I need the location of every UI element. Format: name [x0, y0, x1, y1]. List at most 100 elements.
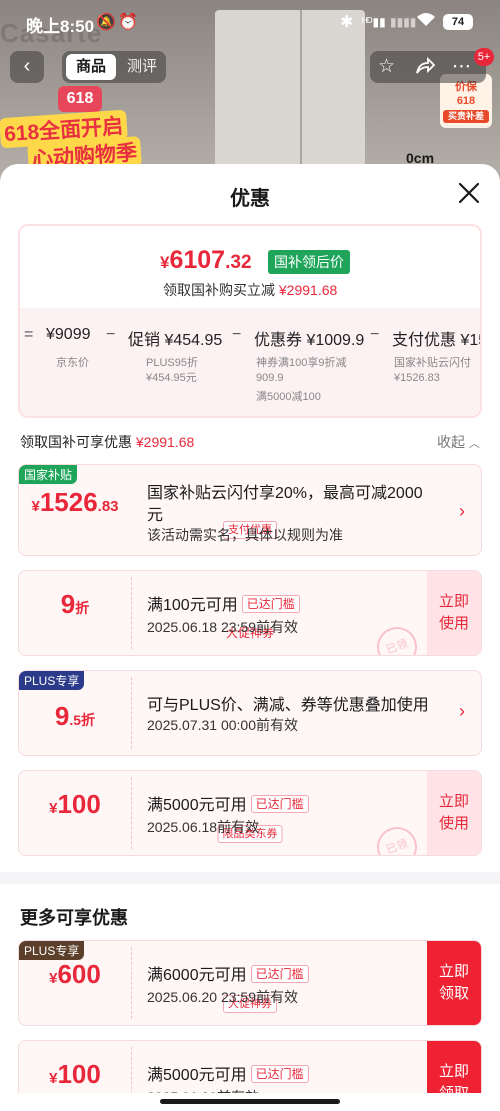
action-line-1: 立即: [438, 593, 469, 610]
coupon-amount: ¥100: [19, 789, 131, 820]
amount-int: 9: [54, 701, 70, 731]
section-label-amount: ¥2991.68: [135, 434, 195, 450]
price-dec: .32: [225, 252, 252, 273]
corner-tag: PLUS专享: [19, 671, 85, 690]
tab-goods[interactable]: 商品: [66, 54, 116, 80]
close-icon: [458, 182, 480, 204]
bluetooth-icon: ✱: [340, 14, 354, 31]
coupon-title-text: 满5000元可用: [147, 1067, 247, 1084]
breakdown-value-promo: 促销 ¥454.95: [128, 332, 223, 349]
section-separator: [0, 872, 500, 884]
action-line-1: 立即: [438, 963, 469, 980]
coupon-amount: ¥600: [19, 959, 131, 990]
amount-int: 100: [57, 789, 101, 819]
close-button[interactable]: [456, 180, 482, 206]
action-line-2: 领取: [438, 985, 469, 1002]
amount-int: 100: [57, 1059, 101, 1089]
price-int: 6107: [169, 246, 226, 274]
claimed-stamp: 已领: [371, 621, 423, 655]
alarm-icon: ⏰: [118, 14, 138, 31]
corner-tag: PLUS专享: [19, 941, 85, 960]
breakdown-label: ¥1526.83: [394, 372, 440, 384]
share-icon[interactable]: [414, 55, 436, 83]
price-tag: 国补领后价: [268, 250, 350, 274]
coupons-section-label: 领取国补可享优惠 ¥2991.68: [20, 432, 194, 452]
summary-subline: 领取国补购买立减 ¥2991.68: [163, 280, 337, 300]
signal-icon: ▮▮▮▮: [390, 15, 417, 29]
breakdown-op: −: [232, 326, 242, 343]
price-summary-card: ¥6107.32 国补领后价 领取国补购买立减 ¥2991.68 = ¥9099…: [18, 224, 482, 418]
coupon-divider: [131, 777, 132, 849]
breakdown-label: 京东价: [56, 357, 89, 369]
amount-unit: 折: [81, 712, 96, 728]
threshold-chip: 已达门槛: [241, 595, 300, 613]
coupon-title: 满100元可用 已达门槛: [147, 591, 300, 615]
collapse-label: 收起: [437, 434, 465, 450]
home-pill[interactable]: [160, 1099, 340, 1104]
notification-badge: 5+: [474, 48, 494, 66]
status-bar: 晚上8:50 🔕 ⏰ ✱ ᴴᴰ▮▮ ▮▮▮▮ 74: [0, 0, 500, 44]
mute-icon: 🔕: [96, 14, 116, 31]
collapse-toggle[interactable]: 收起 ︿: [437, 432, 480, 452]
coupon-divider: [131, 947, 132, 1019]
coupon-card-100: ¥100 限品类东券 满5000元可用 已达门槛 2025.06.18前有效 已领…: [18, 770, 482, 856]
subline-amount: ¥2991.68: [278, 282, 338, 298]
chevron-left-icon: ‹: [23, 55, 31, 77]
breakdown-label: 满5000减100: [256, 391, 321, 403]
coupon-card-subsidy[interactable]: 国家补贴 ¥1526.83 支付优惠 国家补贴云闪付享20%，最高可减2000 …: [18, 464, 482, 556]
subline-text: 领取国补购买立减: [163, 282, 275, 298]
coupon-amount: 9折: [19, 589, 131, 620]
use-now-button[interactable]: 立即 使用: [427, 771, 481, 855]
breakdown-label: PLUS95折: [146, 357, 198, 369]
claim-now-button[interactable]: 立即领取: [427, 941, 481, 1025]
breakdown-op: −: [370, 326, 380, 343]
hd-signal-icon: ᴴᴰ▮▮: [362, 15, 386, 29]
breakdown-value-jd-price: ¥9099: [46, 326, 91, 343]
claimed-stamp: 已领: [371, 821, 423, 855]
section-label-text: 领取国补可享优惠: [20, 434, 132, 450]
coupon-card-600: PLUS专享 ¥600 大促神券 满6000元可用 已达门槛 2025.06.20…: [18, 940, 482, 1026]
coupon-divider: [131, 577, 132, 649]
top-tabs: 商品 测评: [62, 51, 166, 83]
coupon-title: 可与PLUS价、满减、券等优惠叠加使用: [147, 697, 429, 714]
amount-int: 9: [60, 589, 76, 619]
action-line-2: 使用: [438, 815, 469, 832]
breakdown-label: 神券满100享9折减: [256, 357, 347, 369]
chevron-up-icon: ︿: [468, 438, 480, 450]
breakdown-op: −: [106, 326, 116, 343]
breakdown-label: 909.9: [256, 372, 284, 384]
final-price: ¥6107.32: [160, 246, 252, 275]
threshold-chip: 已达门槛: [250, 965, 309, 983]
summary-head: ¥6107.32 国补领后价 领取国补购买立减 ¥2991.68: [20, 226, 480, 308]
coupon-desc: 2025.07.31 00:00前有效: [147, 717, 298, 733]
chevron-right-icon: ›: [459, 701, 465, 721]
amount-dec: .83: [97, 498, 119, 515]
coupon-title-cont: 元: [147, 507, 164, 524]
back-button[interactable]: ‹: [10, 51, 44, 83]
amount-unit: 折: [75, 600, 90, 616]
promo-banner: 618 618全面开启 心动购物季: [0, 80, 180, 174]
coupon-title-text: 满5000元可用: [147, 797, 247, 814]
amount-int: 600: [57, 959, 101, 989]
corner-tag: 国家补贴: [19, 465, 78, 484]
coupon-card-plus[interactable]: PLUS专享 9.5折 可与PLUS价、满减、券等优惠叠加使用 2025.07.…: [18, 670, 482, 756]
action-line-1: 立即: [438, 1063, 469, 1080]
coupon-title: 满6000元可用 已达门槛: [147, 961, 309, 985]
use-now-button[interactable]: 立即 使用: [427, 571, 481, 655]
wifi-icon: [416, 12, 436, 33]
coupon-title: 满5000元可用 已达门槛: [147, 791, 309, 815]
threshold-chip: 已达门槛: [250, 1065, 309, 1083]
star-icon[interactable]: ☆: [378, 55, 395, 78]
coupon-title: 国家补贴云闪付享20%，最高可减2000: [147, 485, 423, 502]
breakdown-value-payment: 支付优惠 ¥15: [392, 332, 482, 349]
coupon-title-text: 满6000元可用: [147, 967, 247, 984]
coupon-desc: 该活动需实名，具体以规则为准: [147, 527, 343, 543]
action-line-1: 立即: [438, 793, 469, 810]
more-icon[interactable]: ⋯: [452, 55, 471, 78]
coupon-amount: ¥1526.83: [19, 487, 131, 518]
badge-line-3: 买贵补差: [443, 110, 489, 123]
promo-tag: 618: [58, 86, 102, 112]
coupon-title: 满5000元可用 已达门槛: [147, 1061, 309, 1085]
tab-review[interactable]: 测评: [120, 54, 164, 80]
amount-dec: .5: [69, 712, 82, 728]
